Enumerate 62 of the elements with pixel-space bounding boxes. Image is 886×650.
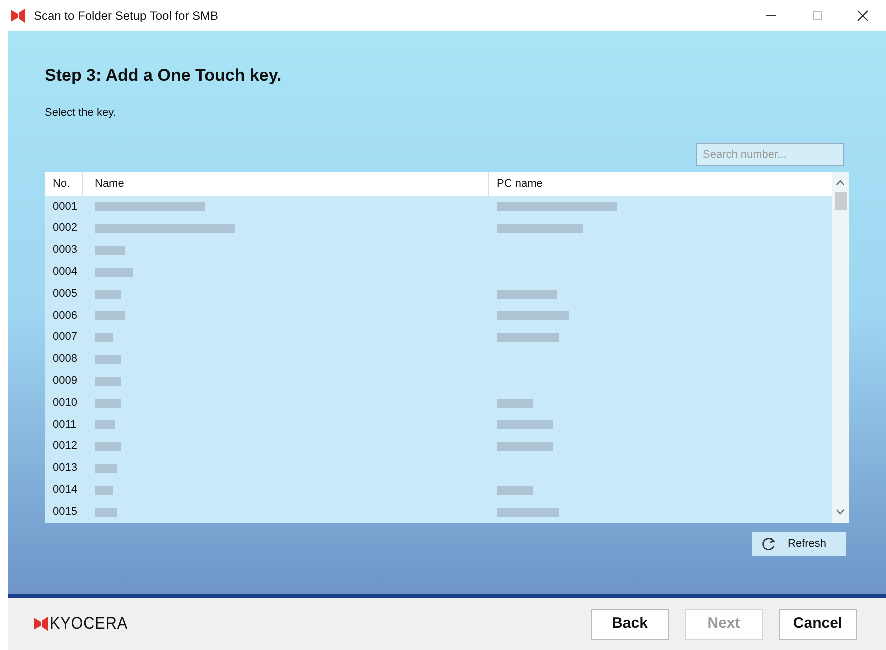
number-cell-text: 0014 — [52, 483, 78, 498]
blurred-name — [95, 354, 121, 364]
number-cell-text: 0001 — [52, 200, 78, 215]
blurred-name — [95, 376, 121, 386]
refresh-icon — [762, 537, 776, 551]
number-cell-text: 0004 — [52, 265, 78, 280]
number-cell-text: 0009 — [52, 374, 78, 390]
table-row[interactable]: 0003 — [45, 240, 832, 262]
blurred-name — [95, 420, 115, 430]
kyocera-logo-icon — [34, 617, 48, 631]
blurred-name — [95, 508, 117, 517]
table-row[interactable]: 0006 — [45, 304, 832, 327]
number-cell-text: 0002 — [52, 221, 78, 236]
table-row[interactable]: 0001 — [45, 196, 832, 218]
blurred-name — [95, 311, 125, 320]
number-cell-text: 0003 — [52, 243, 78, 258]
table-row[interactable]: 0012 — [45, 436, 832, 458]
scroll-thumb[interactable] — [834, 192, 846, 210]
blurred-name — [95, 246, 125, 255]
blurred-name — [95, 290, 121, 299]
number-cell-text: 0010 — [52, 396, 78, 411]
column-header[interactable]: Name — [83, 172, 489, 196]
table-row[interactable]: 0007 — [45, 326, 832, 349]
search-field[interactable]: Search number... — [696, 143, 844, 166]
blurred-name — [95, 268, 133, 277]
scroll-down-icon[interactable] — [836, 509, 845, 515]
table-row[interactable]: 0009 — [45, 370, 832, 392]
table-row[interactable]: 0008 — [45, 348, 832, 370]
table-row[interactable]: 0013 — [45, 458, 832, 480]
brand-logo-text: KYOCERA — [50, 613, 128, 636]
table-row[interactable]: 0014 — [45, 479, 832, 502]
close-icon — [857, 10, 869, 22]
column-header[interactable]: No. — [45, 172, 83, 196]
blurred-name — [95, 486, 113, 495]
number-cell-text: 0007 — [52, 330, 78, 346]
number-cell-text: 0005 — [52, 286, 78, 302]
table-row[interactable]: 0002 — [45, 218, 832, 240]
step-heading: Step 3: Add a One Touch key. — [45, 65, 283, 87]
footer-button[interactable]: Cancel — [779, 608, 857, 640]
scrollbar[interactable] — [832, 172, 849, 523]
scroll-up-icon[interactable] — [836, 180, 845, 186]
blurred-name — [95, 464, 117, 473]
table-row[interactable]: 0010 — [45, 392, 832, 414]
instruction-text: Select the key. — [45, 106, 118, 120]
app-logo-icon — [10, 8, 26, 24]
number-cell-text: 0015 — [52, 504, 78, 520]
number-cell-text: 0013 — [52, 461, 78, 476]
number-cell-text: 0012 — [52, 439, 78, 454]
number-cell-text: 0006 — [52, 308, 78, 324]
column-header[interactable]: PC name — [489, 172, 543, 196]
footer-button[interactable]: Back — [591, 608, 669, 640]
table-row[interactable]: 0005 — [45, 283, 832, 305]
table-row[interactable]: 0011 — [45, 414, 832, 436]
window-title: Scan to Folder Setup Tool for SMB — [34, 8, 219, 24]
table-row[interactable]: 0004 — [45, 261, 832, 284]
table-row[interactable]: 0015 — [45, 501, 832, 523]
blurred-name — [95, 442, 121, 452]
blurred-name — [95, 398, 121, 408]
blurred-name — [95, 333, 113, 342]
refresh-button[interactable]: Refresh — [752, 532, 846, 556]
number-cell-text: 0008 — [52, 352, 78, 368]
number-cell-text: 0011 — [52, 418, 78, 433]
